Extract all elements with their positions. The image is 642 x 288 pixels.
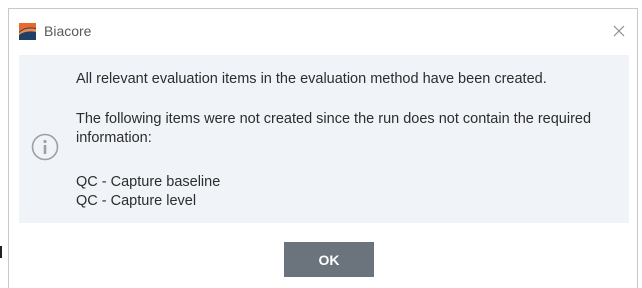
window-title: Biacore [44, 23, 92, 39]
message-line-not-created: The following items were not created sin… [76, 111, 592, 146]
close-icon [613, 25, 625, 37]
title-bar: Biacore [9, 9, 637, 53]
background-edge [0, 246, 2, 258]
ok-button[interactable]: OK [284, 242, 374, 277]
close-button[interactable] [607, 19, 631, 43]
message-dialog: Biacore All relevant evaluation items in… [8, 8, 638, 288]
biacore-logo-icon [19, 23, 36, 40]
message-line-created: All relevant evaluation items in the eva… [76, 71, 547, 87]
message-panel: All relevant evaluation items in the eva… [19, 55, 629, 223]
list-item: QC - Capture level [76, 193, 197, 209]
info-icon [31, 133, 59, 161]
list-item: QC - Capture baseline [76, 174, 221, 190]
